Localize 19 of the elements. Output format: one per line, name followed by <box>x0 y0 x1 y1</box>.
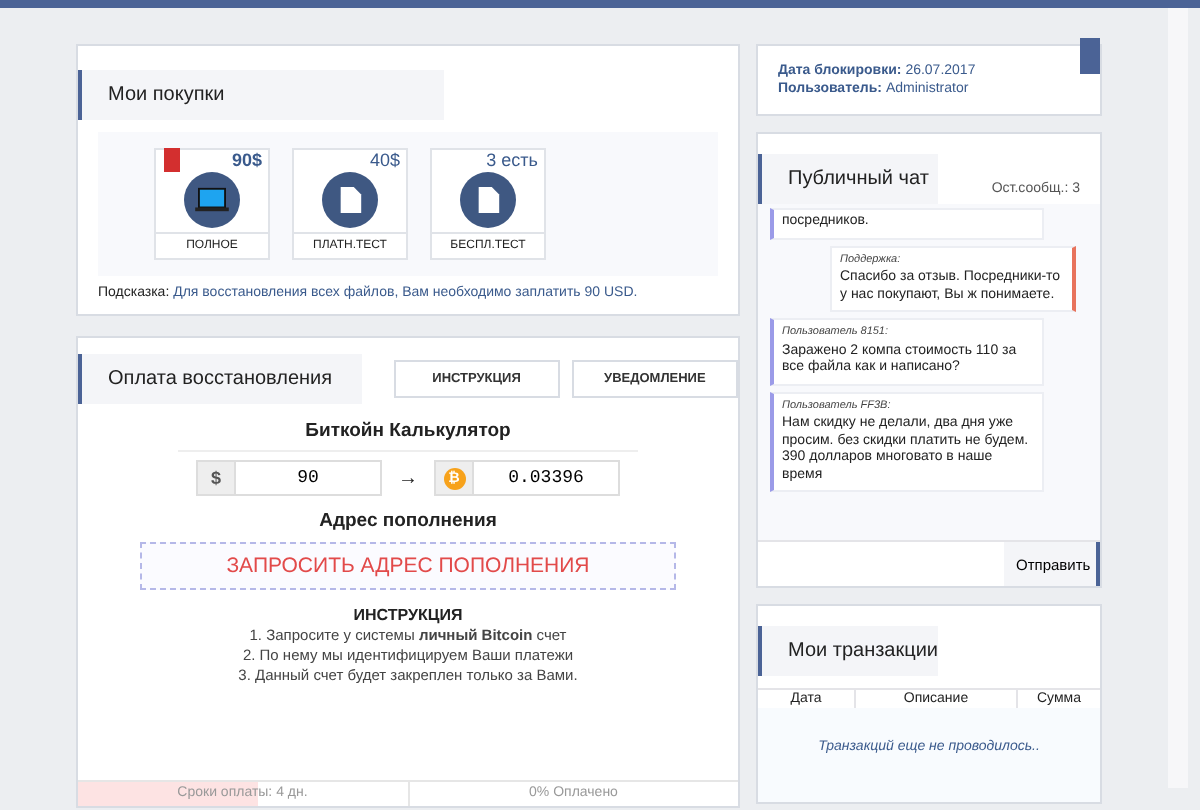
arrow-icon: → <box>398 467 418 489</box>
section-title: Публичный чат <box>758 154 938 204</box>
calculator-title: Биткойн Калькулятор <box>178 420 638 452</box>
section-title: Мои покупки <box>78 70 444 120</box>
price: 3 есть <box>486 150 538 172</box>
address-title: Адрес пополнения <box>319 510 497 532</box>
usd-field[interactable]: $ 90 <box>196 460 382 496</box>
section-title: Оплата восстановления <box>78 354 362 404</box>
price: 90$ <box>231 150 262 172</box>
laptop-icon <box>184 172 240 228</box>
document-icon <box>322 172 378 228</box>
scrollbar[interactable] <box>1168 8 1188 788</box>
section-title: Мои транзакции <box>758 626 938 676</box>
instruction-title: ИНСТРУКЦИЯ <box>353 606 463 624</box>
flag-icon <box>164 148 180 172</box>
document-icon <box>460 172 516 228</box>
request-address-button[interactable]: ЗАПРОСИТЬ АДРЕС ПОПОЛНЕНИЯ <box>140 542 676 590</box>
price: 40$ <box>369 150 400 172</box>
dollar-icon: $ <box>198 462 234 494</box>
